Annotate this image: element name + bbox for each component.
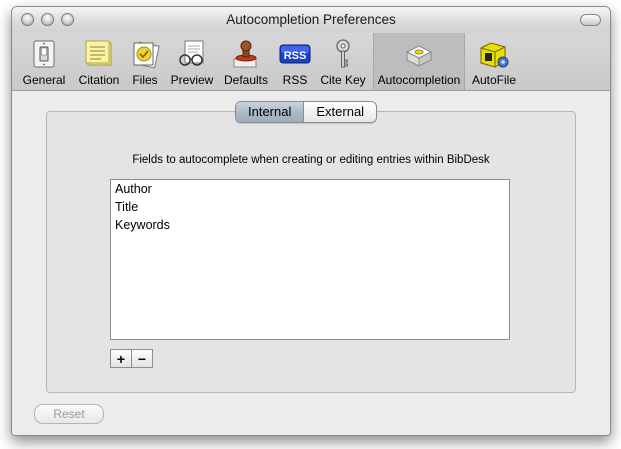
preferences-toolbar: General Citation Files Preview Defaults … [12, 33, 610, 91]
toolbar-item-autocompletion[interactable]: Autocompletion [373, 33, 465, 90]
title-bar[interactable]: Autocompletion Preferences [12, 7, 610, 33]
toolbar-item-general[interactable]: General [21, 33, 67, 90]
tab-internal[interactable]: Internal [236, 102, 304, 122]
list-item[interactable]: Keywords [111, 216, 509, 234]
tab-selector: Internal External [235, 101, 378, 123]
autocompletion-icon [405, 45, 433, 67]
toolbar-item-defaults[interactable]: Defaults [221, 33, 271, 90]
autofile-icon [480, 42, 509, 68]
list-item[interactable]: Author [111, 180, 509, 198]
toolbar-item-citation[interactable]: Citation [74, 33, 124, 90]
reset-button[interactable]: Reset [34, 404, 104, 424]
window-title: Autocompletion Preferences [226, 12, 396, 27]
toolbar-label: General [22, 73, 66, 87]
toolbar-label: Preview [170, 73, 214, 87]
toolbar-label: Citation [78, 73, 120, 87]
notepad-icon [85, 40, 112, 66]
toolbar-item-autofile[interactable]: AutoFile [470, 33, 518, 90]
key-icon [336, 39, 350, 68]
remove-field-button[interactable]: − [131, 349, 153, 368]
toolbar-label: AutoFile [471, 73, 517, 87]
toolbar-item-cite-key[interactable]: Cite Key [318, 33, 368, 90]
toolbar-item-rss[interactable]: RSS RSS [278, 33, 312, 90]
toolbar-toggle-button[interactable] [580, 14, 601, 26]
toolbar-label: Autocompletion [377, 73, 461, 87]
preview-glasses-icon [179, 40, 204, 66]
toolbar-label: Defaults [223, 73, 269, 87]
add-field-button[interactable]: + [110, 349, 132, 368]
tab-external[interactable]: External [303, 102, 377, 122]
rss-badge-text: RSS [284, 50, 307, 62]
light-switch-icon [33, 40, 55, 68]
toolbar-item-preview[interactable]: Preview [169, 33, 215, 90]
rss-icon: RSS [279, 44, 311, 64]
stamp-icon [233, 40, 257, 68]
files-icon [133, 41, 160, 69]
list-edit-buttons: + − [110, 349, 153, 368]
toolbar-label: Cite Key [320, 73, 366, 87]
list-item[interactable]: Title [111, 198, 509, 216]
toolbar-label: Files [132, 73, 158, 87]
toolbar-item-files[interactable]: Files [129, 33, 161, 90]
autocomplete-fields-list[interactable]: Author Title Keywords [110, 179, 510, 340]
preferences-window: Autocompletion Preferences General Citat… [11, 6, 611, 436]
toolbar-label: RSS [282, 73, 308, 87]
fields-description: Fields to autocomplete when creating or … [132, 154, 490, 166]
